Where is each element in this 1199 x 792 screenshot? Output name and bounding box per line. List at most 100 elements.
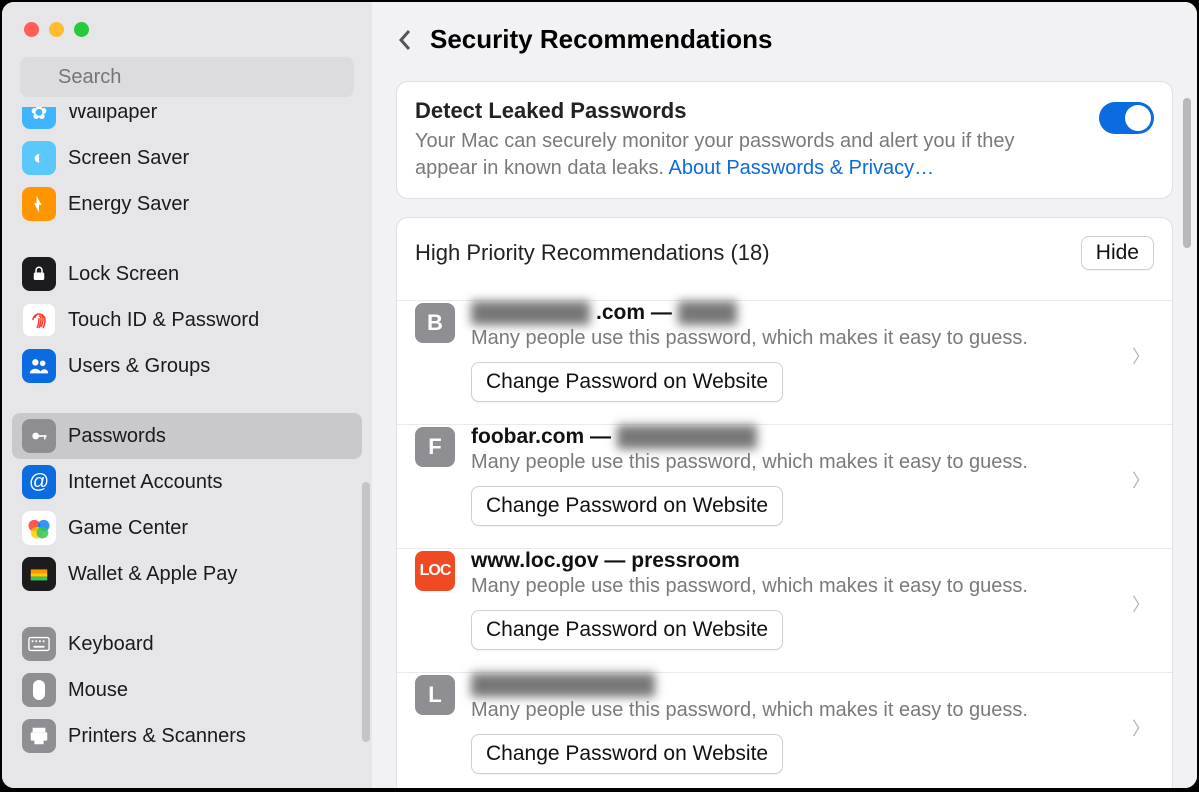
recommendation-row[interactable]: LOC www.loc.gov — pressroom Many people … bbox=[397, 548, 1172, 672]
lock-screen-icon bbox=[22, 257, 56, 291]
redacted-text: ███ ██████ bbox=[617, 425, 757, 449]
search-container bbox=[2, 37, 372, 107]
main-scrollbar[interactable] bbox=[1183, 98, 1191, 248]
detect-description: Your Mac can securely monitor your passw… bbox=[415, 128, 1079, 182]
search-input[interactable] bbox=[20, 57, 354, 97]
sidebar: ✿ Wallpaper ◐ Screen Saver Energy Saver … bbox=[2, 2, 372, 788]
fullscreen-window-button[interactable] bbox=[74, 22, 89, 37]
sidebar-item-label: Screen Saver bbox=[68, 147, 189, 170]
change-password-button[interactable]: Change Password on Website bbox=[471, 610, 783, 650]
close-window-button[interactable] bbox=[24, 22, 39, 37]
site-favicon-letter: L bbox=[415, 675, 455, 715]
touch-id-icon bbox=[22, 303, 56, 337]
mouse-icon bbox=[22, 673, 56, 707]
main-content: Security Recommendations Detect Leaked P… bbox=[372, 2, 1197, 788]
detect-leaked-card: Detect Leaked Passwords Your Mac can sec… bbox=[396, 81, 1173, 199]
energy-saver-icon bbox=[22, 187, 56, 221]
recommendations-header: High Priority Recommendations (18) Hide bbox=[397, 218, 1172, 300]
change-password-button[interactable]: Change Password on Website bbox=[471, 734, 783, 774]
detect-text: Detect Leaked Passwords Your Mac can sec… bbox=[415, 98, 1079, 182]
sidebar-item-wallpaper[interactable]: ✿ Wallpaper bbox=[12, 107, 362, 135]
sidebar-item-internet-accounts[interactable]: @ Internet Accounts bbox=[12, 459, 362, 505]
recommendation-site: www.loc.gov — pressroom bbox=[471, 549, 1154, 573]
recommendation-desc: Many people use this password, which mak… bbox=[471, 575, 1154, 598]
recommendation-body: www.loc.gov — pressroom Many people use … bbox=[471, 549, 1154, 650]
sidebar-item-label: Printers & Scanners bbox=[68, 725, 246, 748]
chevron-right-icon: 〉 bbox=[1132, 591, 1150, 617]
sidebar-item-mouse[interactable]: Mouse bbox=[12, 667, 362, 713]
chevron-right-icon: 〉 bbox=[1132, 715, 1150, 741]
content-scroll: Detect Leaked Passwords Your Mac can sec… bbox=[372, 81, 1197, 788]
back-button[interactable] bbox=[390, 25, 420, 55]
wallet-icon bbox=[22, 557, 56, 591]
printers-icon bbox=[22, 719, 56, 753]
internet-accounts-icon: @ bbox=[22, 465, 56, 499]
detect-title: Detect Leaked Passwords bbox=[415, 98, 1079, 124]
recommendation-site: ██████ ██████ bbox=[471, 673, 1154, 697]
sidebar-item-label: Keyboard bbox=[68, 633, 154, 656]
game-center-icon bbox=[22, 511, 56, 545]
users-groups-icon bbox=[22, 349, 56, 383]
sidebar-item-label: Lock Screen bbox=[68, 263, 179, 286]
site-suffix: .com — bbox=[596, 301, 672, 325]
detect-toggle[interactable] bbox=[1099, 102, 1154, 134]
settings-window: ✿ Wallpaper ◐ Screen Saver Energy Saver … bbox=[2, 2, 1197, 788]
sidebar-item-label: Game Center bbox=[68, 517, 188, 540]
site-favicon-loc: LOC bbox=[415, 551, 455, 591]
keyboard-icon bbox=[22, 627, 56, 661]
site-favicon-letter: B bbox=[415, 303, 455, 343]
sidebar-item-game-center[interactable]: Game Center bbox=[12, 505, 362, 551]
chevron-right-icon: 〉 bbox=[1132, 343, 1150, 369]
site-favicon-letter: F bbox=[415, 427, 455, 467]
sidebar-item-label: Mouse bbox=[68, 679, 128, 702]
passwords-icon bbox=[22, 419, 56, 453]
redacted-text: ████████ bbox=[471, 301, 590, 325]
chevron-right-icon: 〉 bbox=[1132, 467, 1150, 493]
recommendation-desc: Many people use this password, which mak… bbox=[471, 451, 1154, 474]
sidebar-item-passwords[interactable]: Passwords bbox=[12, 413, 362, 459]
sidebar-item-label: Users & Groups bbox=[68, 355, 210, 378]
sidebar-item-label: Wallet & Apple Pay bbox=[68, 563, 237, 586]
wallpaper-icon: ✿ bbox=[22, 107, 56, 129]
sidebar-item-lock-screen[interactable]: Lock Screen bbox=[12, 251, 362, 297]
chevron-left-icon bbox=[397, 28, 413, 52]
sidebar-item-users-groups[interactable]: Users & Groups bbox=[12, 343, 362, 389]
minimize-window-button[interactable] bbox=[49, 22, 64, 37]
recommendation-site: ████████ .com — ████ bbox=[471, 301, 1154, 325]
recommendations-title: High Priority Recommendations (18) bbox=[415, 240, 770, 266]
site-text: foobar.com — bbox=[471, 425, 611, 449]
sidebar-item-screen-saver[interactable]: ◐ Screen Saver bbox=[12, 135, 362, 181]
redacted-text: ██████ ██████ bbox=[471, 673, 655, 697]
recommendations-card: High Priority Recommendations (18) Hide … bbox=[396, 217, 1173, 788]
recommendation-site: foobar.com — ███ ██████ bbox=[471, 425, 1154, 449]
header: Security Recommendations bbox=[372, 2, 1197, 81]
hide-button[interactable]: Hide bbox=[1081, 236, 1154, 270]
sidebar-item-energy-saver[interactable]: Energy Saver bbox=[12, 181, 362, 227]
sidebar-item-label: Passwords bbox=[68, 425, 166, 448]
sidebar-list: ✿ Wallpaper ◐ Screen Saver Energy Saver … bbox=[2, 107, 372, 788]
sidebar-item-label: Energy Saver bbox=[68, 193, 189, 216]
recommendation-row[interactable]: B ████████ .com — ████ Many people use t… bbox=[397, 300, 1172, 424]
window-controls bbox=[2, 2, 372, 37]
sidebar-item-keyboard[interactable]: Keyboard bbox=[12, 621, 362, 667]
recommendation-row[interactable]: F foobar.com — ███ ██████ Many people us… bbox=[397, 424, 1172, 548]
screen-saver-icon: ◐ bbox=[22, 141, 56, 175]
sidebar-item-touch-id[interactable]: Touch ID & Password bbox=[12, 297, 362, 343]
change-password-button[interactable]: Change Password on Website bbox=[471, 486, 783, 526]
page-title: Security Recommendations bbox=[430, 24, 772, 55]
sidebar-item-wallet[interactable]: Wallet & Apple Pay bbox=[12, 551, 362, 597]
recommendation-body: ██████ ██████ Many people use this passw… bbox=[471, 673, 1154, 774]
change-password-button[interactable]: Change Password on Website bbox=[471, 362, 783, 402]
sidebar-item-label: Wallpaper bbox=[68, 107, 157, 124]
redacted-text: ████ bbox=[678, 301, 738, 325]
sidebar-scrollbar[interactable] bbox=[362, 482, 370, 742]
about-passwords-link[interactable]: About Passwords & Privacy… bbox=[669, 157, 935, 179]
sidebar-item-label: Touch ID & Password bbox=[68, 309, 259, 332]
sidebar-item-label: Internet Accounts bbox=[68, 471, 223, 494]
recommendation-body: foobar.com — ███ ██████ Many people use … bbox=[471, 425, 1154, 526]
sidebar-item-printers[interactable]: Printers & Scanners bbox=[12, 713, 362, 759]
recommendation-desc: Many people use this password, which mak… bbox=[471, 699, 1154, 722]
recommendation-body: ████████ .com — ████ Many people use thi… bbox=[471, 301, 1154, 402]
recommendation-row[interactable]: L ██████ ██████ Many people use this pas… bbox=[397, 672, 1172, 788]
recommendation-desc: Many people use this password, which mak… bbox=[471, 327, 1154, 350]
